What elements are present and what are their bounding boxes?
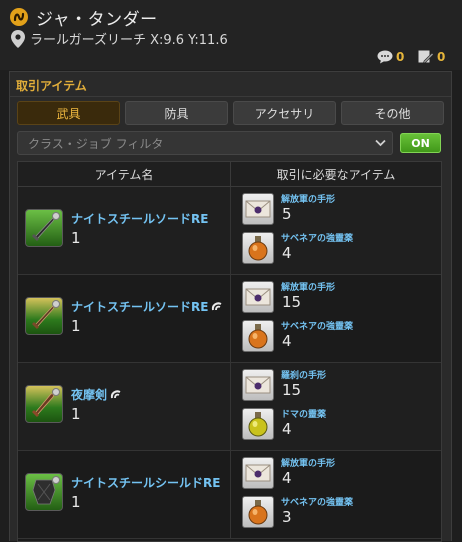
item-quantity: 1 — [71, 229, 81, 247]
npc-location: ラールガーズリーチ X:9.6 Y:11.6 — [30, 33, 228, 48]
comment-count: 0 — [396, 50, 405, 64]
letter-icon[interactable] — [242, 281, 274, 313]
tab-other[interactable]: その他 — [341, 101, 444, 125]
sword-icon[interactable] — [25, 297, 63, 335]
potion-icon[interactable] — [242, 408, 274, 440]
letter-icon[interactable] — [242, 369, 274, 401]
item-quantity: 1 — [71, 317, 81, 335]
required-item-name[interactable]: ドマの靈薬 — [281, 407, 326, 420]
required-item-name[interactable]: サベネアの強靈薬 — [281, 495, 353, 508]
item-name: ナイトスチールソードRE — [71, 300, 209, 314]
letter-icon[interactable] — [242, 193, 274, 225]
table-row: ナイトスチールシールドRE 1 解放軍の手形 4 サベネアの強靈薬 3 — [18, 451, 441, 539]
column-divider — [230, 187, 231, 274]
shield-icon[interactable] — [25, 473, 63, 511]
required-item-quantity: 3 — [282, 508, 292, 526]
required-item-name[interactable]: 羅刹の手形 — [281, 368, 326, 381]
tab-weapons[interactable]: 武具 — [17, 101, 120, 125]
tab-accessories[interactable]: アクセサリ — [233, 101, 336, 125]
note-count: 0 — [437, 50, 446, 64]
comment-counter[interactable]: 0 — [377, 49, 404, 65]
hq-icon — [110, 389, 121, 398]
required-item-quantity: 4 — [282, 469, 292, 487]
trade-table: アイテム名 取引に必要なアイテム ナイトスチールソードRE 1 解放軍の手形 5… — [17, 161, 442, 542]
potion-icon[interactable] — [242, 232, 274, 264]
npc-name: ジャ・タンダー — [36, 10, 158, 30]
item-name-link[interactable]: ナイトスチールシールドRE — [71, 474, 220, 491]
column-header-item: アイテム名 — [18, 162, 231, 187]
table-row: ナイトスチールソードRE 1 解放軍の手形 5 サベネアの強靈薬 4 — [18, 187, 441, 275]
item-slot-dot — [52, 212, 60, 220]
item-slot-dot — [52, 300, 60, 308]
trade-panel: 取引アイテム 武具 防具 アクセサリ その他 クラス・ジョブ フィルタ ON ア… — [9, 71, 452, 542]
required-item-name[interactable]: 解放軍の手形 — [281, 192, 335, 205]
item-quantity: 1 — [71, 405, 81, 423]
potion-icon[interactable] — [242, 320, 274, 352]
required-item-name[interactable]: 解放軍の手形 — [281, 456, 335, 469]
required-item-quantity: 4 — [282, 244, 292, 262]
npc-header: ジャ・タンダー ラールガーズリーチ X:9.6 Y:11.6 0 0 — [0, 0, 462, 70]
required-item-name[interactable]: サベネアの強靈薬 — [281, 319, 353, 332]
required-item-quantity: 4 — [282, 420, 292, 438]
item-name: 夜摩剣 — [71, 388, 108, 402]
chevron-down-icon — [375, 139, 386, 147]
panel-title: 取引アイテム — [16, 79, 87, 93]
item-quantity: 1 — [71, 493, 81, 511]
item-name: ナイトスチールシールドRE — [71, 476, 221, 490]
filter-placeholder: クラス・ジョブ フィルタ — [28, 136, 164, 151]
column-divider — [230, 451, 231, 538]
item-name-link[interactable]: ナイトスチールソードRE — [71, 298, 223, 315]
column-divider — [230, 363, 231, 450]
item-name-link[interactable]: 夜摩剣 — [71, 386, 122, 403]
npc-logo-icon — [10, 8, 28, 26]
item-slot-dot — [52, 476, 60, 484]
table-row: ナイトスチールソードRE 1 解放軍の手形 15 サベネアの強靈薬 4 — [18, 275, 441, 363]
required-item-name[interactable]: サベネアの強靈薬 — [281, 231, 353, 244]
sword-icon[interactable] — [25, 209, 63, 247]
panel-divider — [10, 96, 451, 97]
sword-icon[interactable] — [25, 385, 63, 423]
location-pin-icon — [11, 30, 25, 48]
note-edit-icon — [418, 50, 434, 64]
comment-icon — [377, 50, 393, 64]
required-item-quantity: 5 — [282, 205, 292, 223]
required-item-name[interactable]: 解放軍の手形 — [281, 280, 335, 293]
class-job-filter-select[interactable]: クラス・ジョブ フィルタ — [17, 131, 393, 155]
column-divider — [230, 275, 231, 362]
required-item-quantity: 15 — [282, 293, 302, 311]
column-header-required: 取引に必要なアイテム — [231, 162, 441, 187]
required-item-quantity: 15 — [282, 381, 302, 399]
required-item-quantity: 4 — [282, 332, 292, 350]
table-row: 夜摩剣 1 羅刹の手形 15 ドマの靈薬 4 — [18, 363, 441, 451]
item-name: ナイトスチールソードRE — [71, 212, 209, 226]
item-name-link[interactable]: ナイトスチールソードRE — [71, 210, 208, 227]
potion-icon[interactable] — [242, 496, 274, 528]
filter-on-toggle[interactable]: ON — [400, 133, 441, 153]
tab-armor[interactable]: 防具 — [125, 101, 228, 125]
letter-icon[interactable] — [242, 457, 274, 489]
note-counter[interactable]: 0 — [418, 49, 445, 65]
item-slot-dot — [52, 388, 60, 396]
hq-icon — [212, 301, 222, 310]
